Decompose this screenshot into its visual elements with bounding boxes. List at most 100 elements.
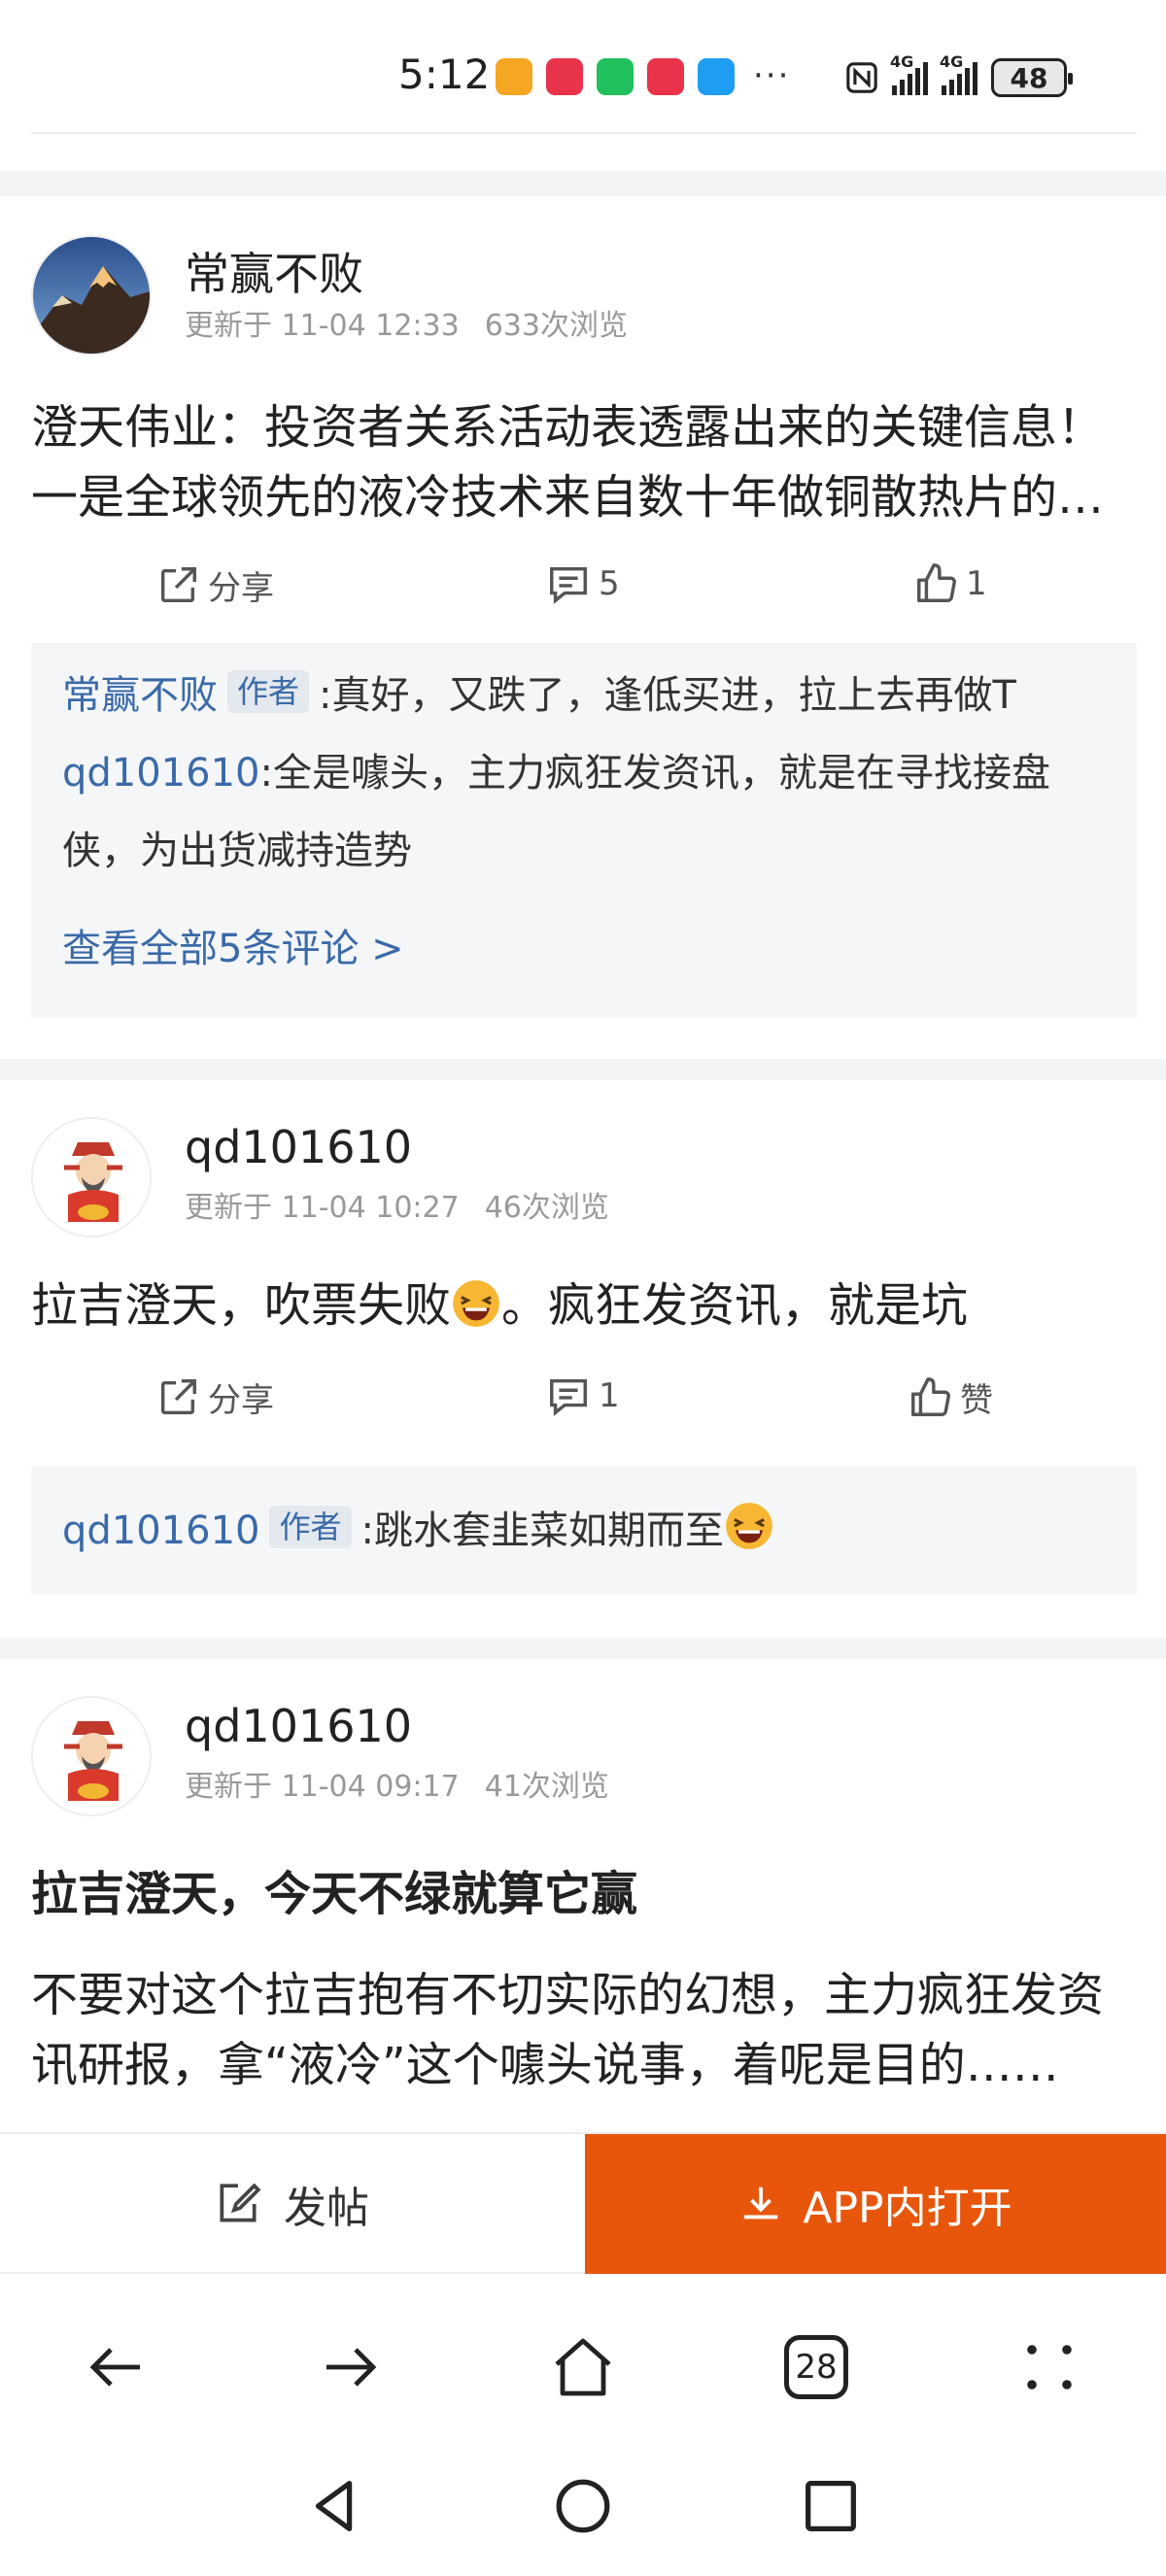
thumbs-up-icon: [917, 563, 956, 602]
post-content-part: 。疯狂发资讯，就是坑: [501, 1278, 969, 1333]
comment-preview: qd101610 作者:跳水套韭菜如期而至: [31, 1467, 1137, 1595]
comment-icon: [550, 566, 587, 604]
share-button[interactable]: 分享: [155, 561, 274, 609]
browser-toolbar: 28: [0, 2274, 1166, 2453]
post-content[interactable]: 拉吉澄天，吹票失败 。疯狂发资讯，就是坑: [31, 1271, 1135, 1340]
post-card[interactable]: qd101610 更新于 11-04 10:27 46次浏览 拉吉澄天，吹票失败。…: [0, 1080, 1166, 1634]
post-content-part: 拉吉澄天，吹票失败: [31, 1278, 452, 1333]
app-notification-icon: [496, 58, 532, 95]
notification-icons: [496, 58, 735, 95]
avatar[interactable]: [31, 235, 152, 356]
new-post-label: 发帖: [284, 2184, 369, 2233]
comment-count: 1: [599, 1376, 620, 1415]
fortune-god-avatar-icon: [33, 1698, 150, 1814]
status-bar: 5:12 ··· 4G 4G 48: [0, 0, 1166, 153]
open-in-app-label: APP内打开: [803, 2184, 1012, 2233]
comment-text: :真好，又跌了，逢低买进，拉上去再做T: [319, 673, 1016, 718]
signal-4g-icon: 4G: [890, 52, 928, 95]
comment-icon: [550, 1378, 587, 1416]
post-author[interactable]: 常赢不败: [185, 239, 363, 303]
section-separator: [0, 171, 1166, 196]
post-author[interactable]: qd101610: [185, 1700, 412, 1752]
comment-button[interactable]: 1: [546, 1373, 620, 1418]
post-updated-time: 更新于 11-04 10:27: [185, 1191, 460, 1225]
comment-preview: 常赢不败 作者:真好，又跌了，逢低买进，拉上去再做T qd101610:全是噱头，…: [31, 643, 1137, 1018]
post-updated-time: 更新于 11-04 12:33: [185, 309, 460, 343]
like-label: 赞: [960, 1381, 993, 1420]
post-views: 46次浏览: [484, 1191, 609, 1225]
share-button[interactable]: 分享: [155, 1373, 274, 1421]
like-button[interactable]: 1: [913, 561, 987, 606]
post-content[interactable]: 澄天伟业：投资者关系活动表透露出来的关键信息！ 一是全球领先的液冷技术来自数十年…: [31, 392, 1135, 532]
arrow-right-icon: [326, 2348, 377, 2387]
author-badge: 作者: [269, 1506, 352, 1548]
home-button[interactable]: [544, 2328, 622, 2406]
fortune-god-avatar-icon: [33, 1119, 150, 1236]
comment-count: 5: [599, 564, 620, 603]
post-author[interactable]: qd101610: [185, 1121, 412, 1173]
share-label: 分享: [208, 1381, 274, 1420]
avatar[interactable]: [31, 1117, 152, 1237]
battery-icon: 48: [991, 58, 1073, 97]
arrow-left-icon: [89, 2348, 140, 2387]
wechat-notification-icon: [597, 58, 634, 95]
laughing-emoji-icon: [453, 1280, 499, 1327]
message-notification-icon: [698, 58, 735, 95]
share-icon: [160, 566, 196, 602]
divider: [31, 132, 1137, 134]
huawei-notification-icon: [546, 58, 583, 95]
system-navigation-bar: [0, 2453, 1166, 2576]
menu-button[interactable]: [1011, 2328, 1088, 2406]
post-views: 633次浏览: [484, 309, 628, 343]
like-button[interactable]: 赞: [908, 1373, 993, 1421]
post-content[interactable]: 不要对这个拉吉抱有不切实际的幻想，主力疯狂发资讯研报，拿“液冷”这个噱头说事，着…: [31, 1960, 1135, 2100]
section-separator: [0, 1638, 1166, 1659]
tabs-button[interactable]: 28: [777, 2328, 855, 2406]
back-button[interactable]: [78, 2328, 155, 2406]
post-card[interactable]: qd101610 更新于 11-04 09:17 41次浏览 拉吉澄天，今天不绿就…: [0, 1659, 1166, 2132]
tab-count-icon: 28: [784, 2335, 848, 2399]
view-all-comments-link[interactable]: 查看全部5条评论 >: [62, 917, 404, 973]
comment-author[interactable]: 常赢不败: [62, 673, 218, 718]
system-indicators: 4G 4G 48: [845, 52, 1073, 97]
system-back-icon[interactable]: [301, 2472, 369, 2540]
avatar[interactable]: [31, 1696, 152, 1816]
comment-author[interactable]: qd101610: [62, 1508, 259, 1553]
author-badge: 作者: [227, 670, 310, 713]
comment-author[interactable]: qd101610: [62, 751, 259, 796]
comment-item[interactable]: qd101610 作者:跳水套韭菜如期而至: [62, 1492, 1112, 1570]
forward-button[interactable]: [311, 2328, 389, 2406]
share-label: 分享: [208, 569, 274, 608]
share-icon: [160, 1378, 196, 1414]
comment-item[interactable]: 常赢不败 作者:真好，又跌了，逢低买进，拉上去再做T: [62, 657, 1112, 734]
section-separator: [0, 1059, 1166, 1080]
like-count: 1: [966, 564, 987, 603]
signal-4g-icon: 4G: [940, 52, 977, 95]
huawei-notification-icon: [647, 58, 684, 95]
post-views: 41次浏览: [484, 1770, 609, 1804]
mountain-avatar-icon: [33, 237, 150, 354]
system-recents-icon[interactable]: [797, 2472, 865, 2540]
more-notifications-icon: ···: [753, 56, 791, 95]
post-meta: 更新于 11-04 12:33 633次浏览: [185, 301, 628, 344]
system-home-icon[interactable]: [549, 2472, 617, 2540]
thumbs-up-icon: [911, 1376, 950, 1416]
status-time: 5:12: [398, 51, 491, 98]
post-updated-time: 更新于 11-04 09:17: [185, 1770, 460, 1804]
open-in-app-button[interactable]: APP内打开: [585, 2134, 1166, 2274]
comment-item[interactable]: qd101610:全是噱头，主力疯狂发资讯，就是在寻找接盘侠，为出货减持造势: [62, 734, 1112, 890]
post-card[interactable]: 常赢不败 更新于 11-04 12:33 633次浏览 澄天伟业：投资者关系活动表…: [0, 196, 1166, 1051]
download-icon: [744, 2186, 778, 2220]
comment-text: :跳水套韭菜如期而至: [360, 1508, 724, 1553]
post-title[interactable]: 拉吉澄天，今天不绿就算它赢: [31, 1855, 637, 1923]
bottom-action-bar: 发帖 APP内打开: [0, 2132, 1166, 2274]
laughing-emoji-icon: [726, 1503, 772, 1549]
edit-icon: [220, 2183, 261, 2222]
post-meta: 更新于 11-04 09:17 41次浏览: [185, 1762, 609, 1805]
nfc-icon: [846, 62, 877, 93]
new-post-button[interactable]: 发帖: [0, 2134, 583, 2274]
post-meta: 更新于 11-04 10:27 46次浏览: [185, 1183, 609, 1226]
home-icon: [555, 2338, 611, 2396]
more-dots-icon: [1027, 2345, 1072, 2390]
comment-button[interactable]: 5: [546, 561, 620, 606]
